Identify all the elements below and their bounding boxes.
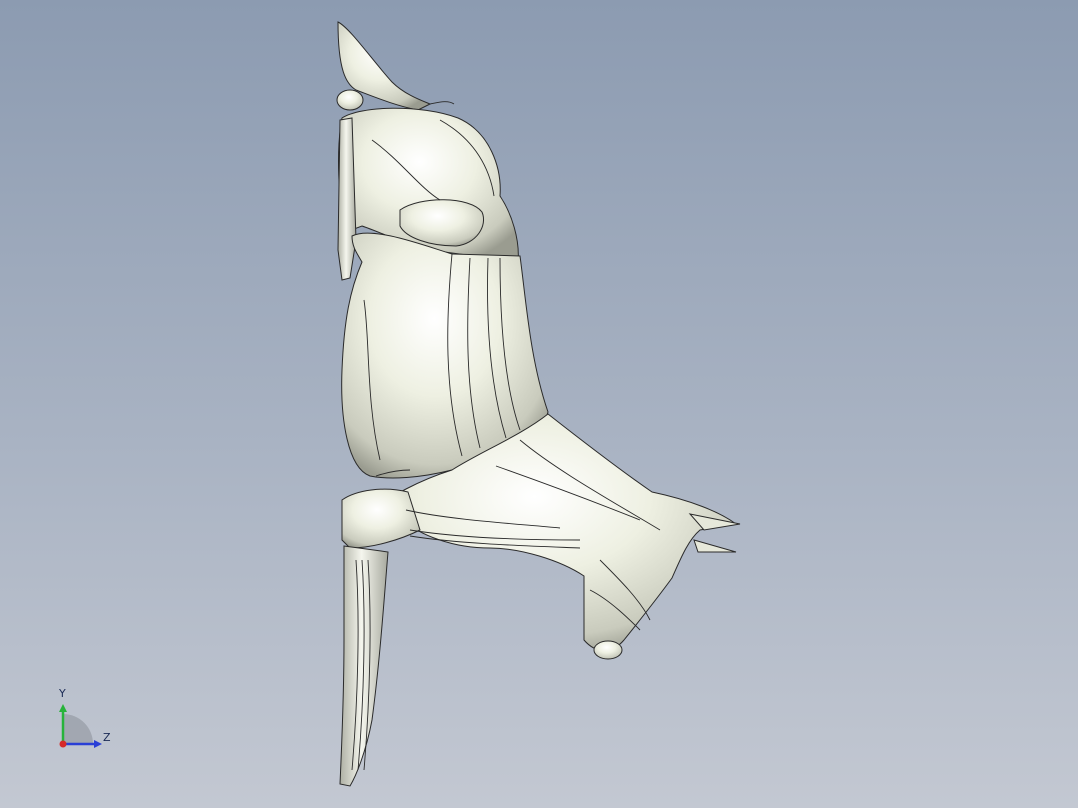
y-axis-arrow — [59, 704, 67, 712]
triad-plane — [63, 714, 93, 744]
z-axis-arrow — [94, 740, 102, 748]
x-axis-dot — [59, 740, 67, 748]
horn-lower — [693, 539, 737, 553]
triad-y-label: Y — [59, 687, 66, 700]
tail-knob — [336, 89, 364, 111]
bull-model[interactable] — [0, 0, 1078, 808]
graphics-viewport[interactable]: Y Z — [0, 0, 1078, 808]
muzzle — [593, 640, 623, 660]
shoulder — [341, 488, 421, 549]
triad-z-label: Z — [103, 731, 111, 744]
